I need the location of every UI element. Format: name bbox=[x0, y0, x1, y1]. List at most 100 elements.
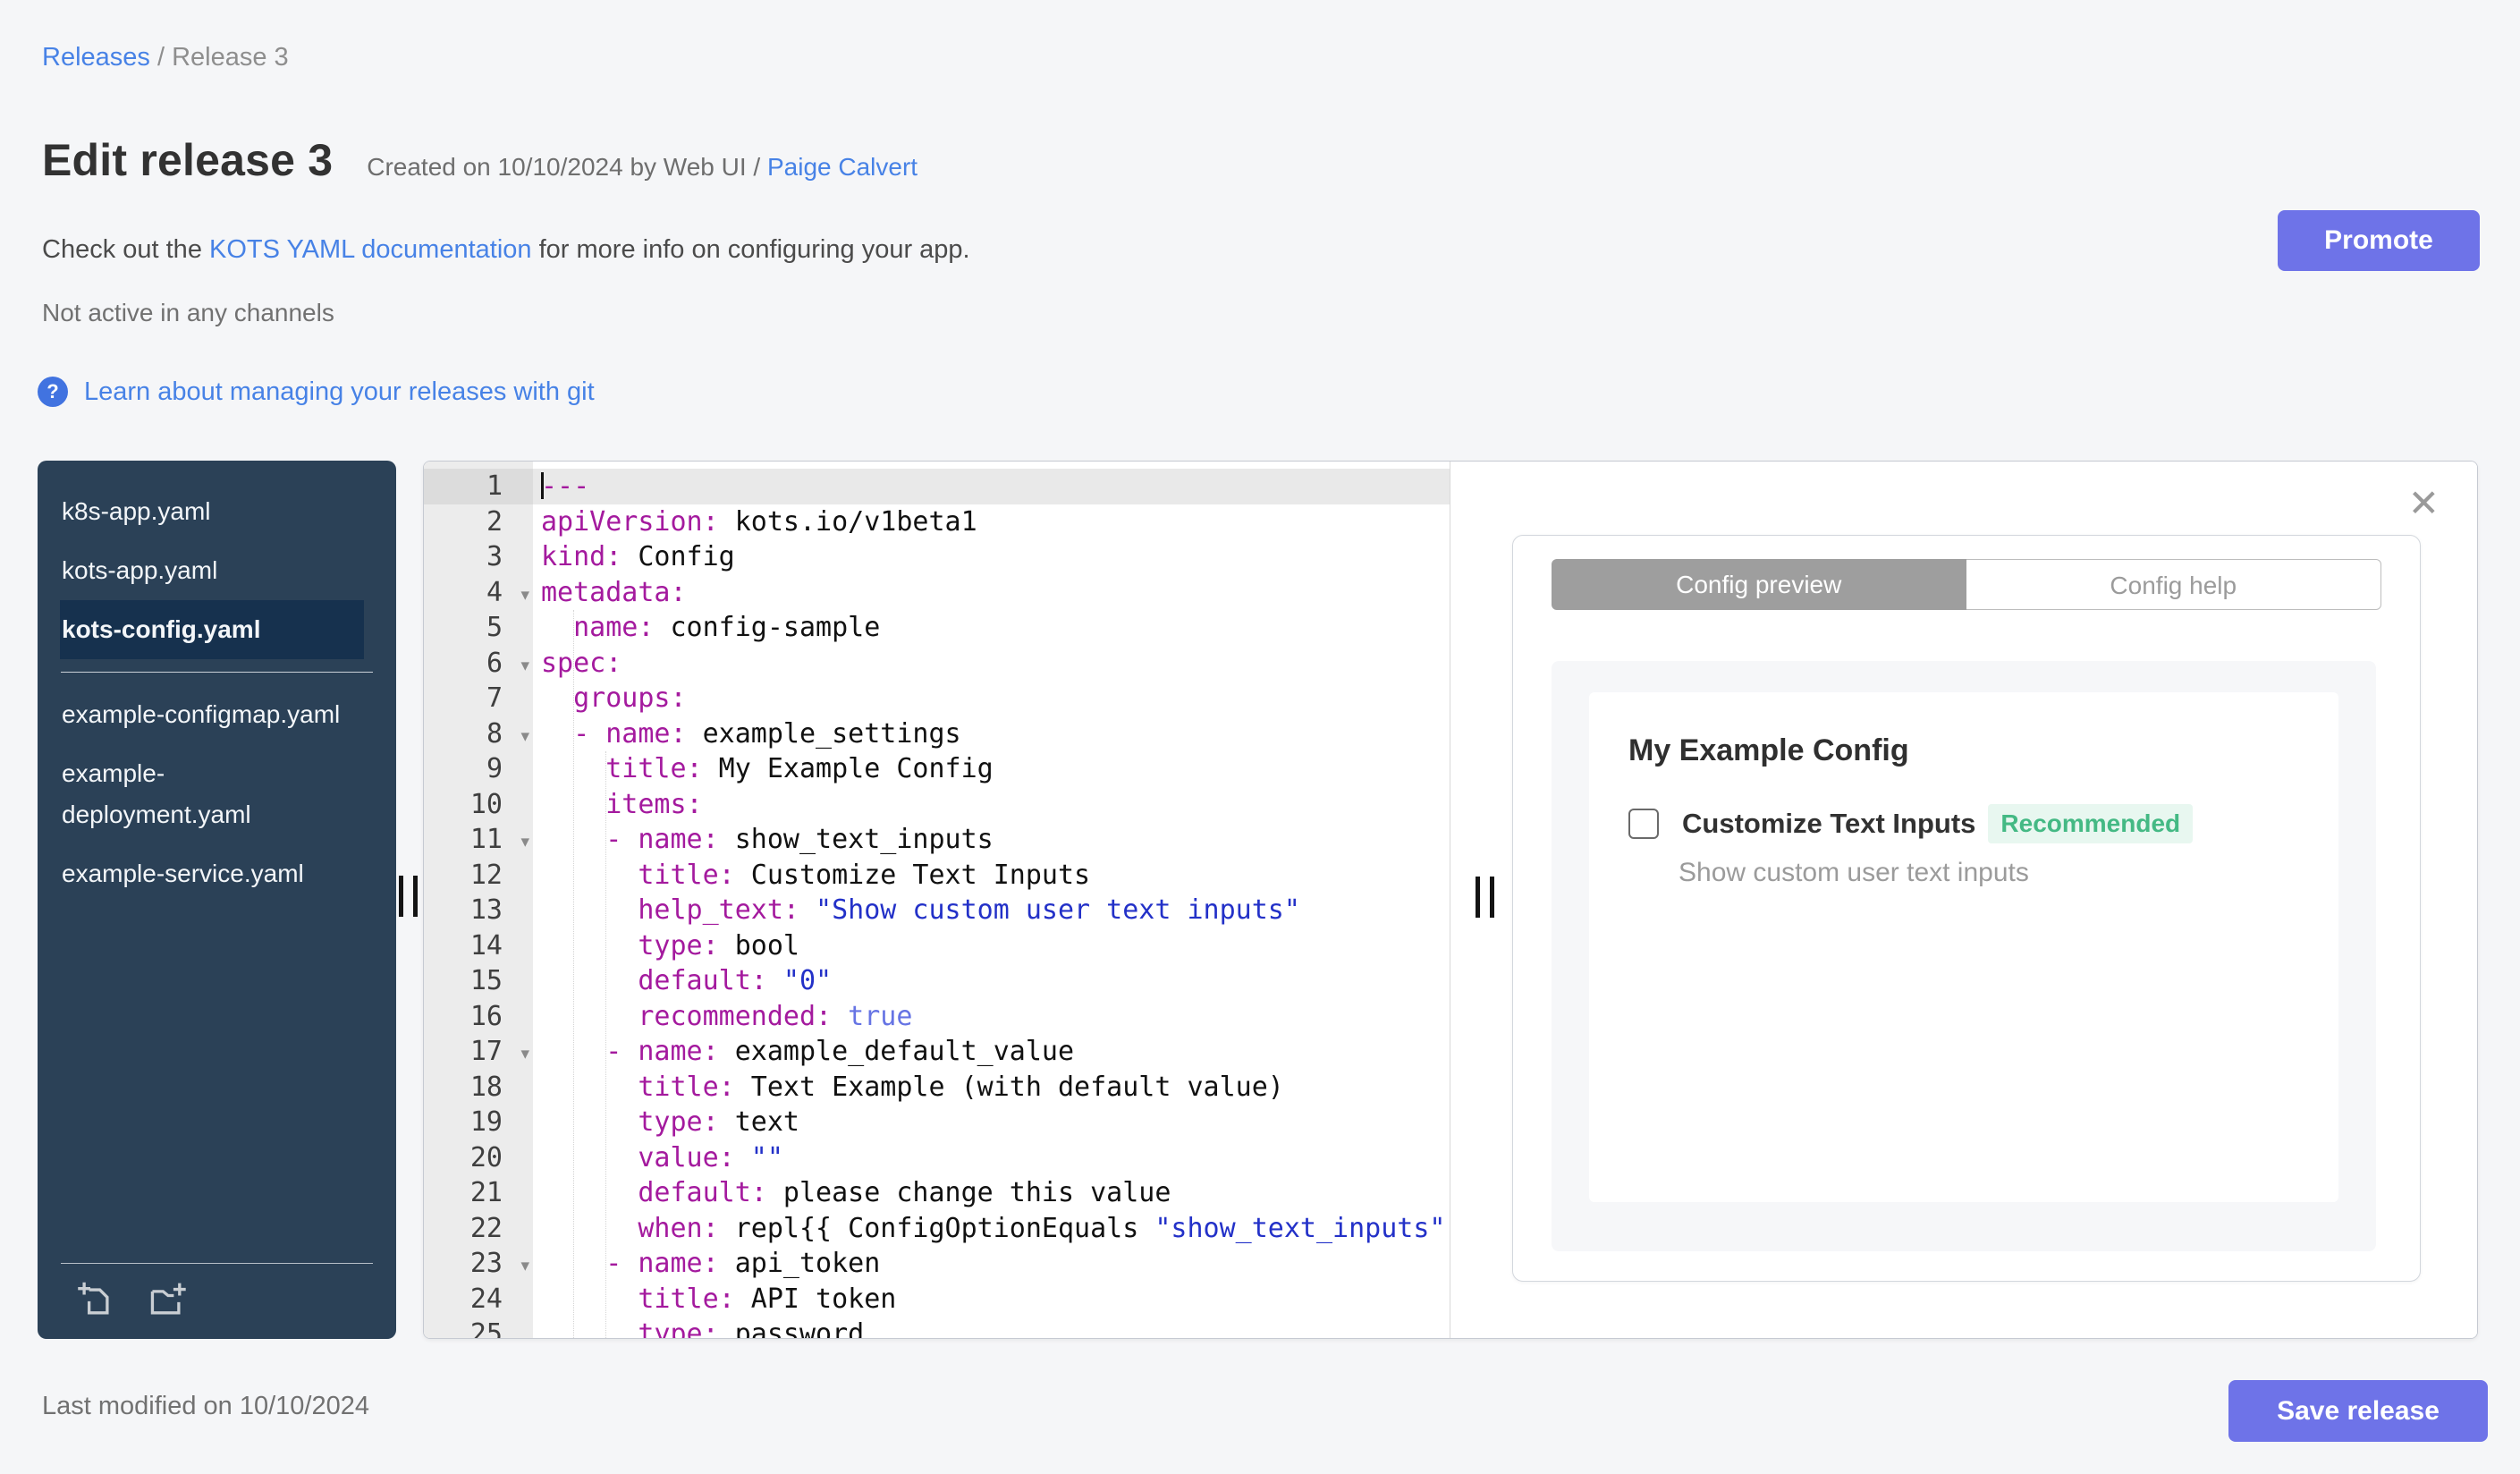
line-number: 7 bbox=[424, 681, 533, 716]
fold-arrow-icon[interactable]: ▾ bbox=[520, 825, 529, 860]
code-line: 24 title: API token bbox=[424, 1281, 1450, 1317]
fold-arrow-icon[interactable]: ▾ bbox=[520, 648, 529, 684]
code-text: value: "" bbox=[638, 1141, 783, 1173]
config-item-help-text: Show custom user text inputs bbox=[1679, 858, 2029, 887]
preview-resize-handle[interactable] bbox=[1476, 877, 1494, 918]
add-file-button[interactable] bbox=[75, 1280, 116, 1321]
line-number: 16 bbox=[424, 998, 533, 1034]
code-text: default: "0" bbox=[638, 965, 833, 996]
preview-content-area: My Example Config Customize Text Inputs … bbox=[1552, 661, 2376, 1251]
line-number: 10 bbox=[424, 786, 533, 822]
code-line: 21 default: please change this value bbox=[424, 1175, 1450, 1211]
preview-tabs: Config preview Config help bbox=[1552, 559, 2381, 610]
code-text: items: bbox=[605, 788, 703, 820]
code-line: 25 type: password bbox=[424, 1317, 1450, 1338]
sidebar-item-kots-config.yaml[interactable]: kots-config.yaml bbox=[60, 600, 364, 659]
config-group-card: My Example Config Customize Text Inputs … bbox=[1589, 692, 2338, 1202]
line-number: 18 bbox=[424, 1069, 533, 1105]
line-number: 20 bbox=[424, 1139, 533, 1175]
config-preview-pane: ✕ Config preview Config help My Example C… bbox=[1450, 462, 2477, 1338]
sidebar-item-example-deployment.yaml[interactable]: example-deployment.yaml bbox=[60, 744, 355, 844]
line-number: 6 ▾ bbox=[424, 645, 533, 684]
sidebar-item-k8s-app.yaml[interactable]: k8s-app.yaml bbox=[60, 482, 355, 541]
code-text: spec: bbox=[541, 647, 622, 679]
fold-arrow-icon[interactable]: ▾ bbox=[520, 1037, 529, 1072]
code-line: 14 type: bool bbox=[424, 928, 1450, 963]
code-text: type: text bbox=[638, 1106, 799, 1138]
config-preview-panel: Config preview Config help My Example Con… bbox=[1512, 535, 2421, 1282]
code-line: 16 recommended: true bbox=[424, 998, 1450, 1034]
promote-button[interactable]: Promote bbox=[2278, 210, 2480, 271]
file-list: k8s-app.yaml kots-app.yaml kots-config.yam… bbox=[38, 482, 396, 1263]
fold-arrow-icon[interactable]: ▾ bbox=[520, 719, 529, 755]
code-line: 11 ▾ - name: show_text_inputs bbox=[424, 822, 1450, 858]
code-text: metadata: bbox=[541, 576, 687, 608]
breadcrumb: Releases / Release 3 bbox=[42, 43, 289, 72]
line-number: 1 bbox=[424, 469, 533, 504]
code-line: 12 title: Customize Text Inputs bbox=[424, 857, 1450, 893]
save-release-button[interactable]: Save release bbox=[2228, 1380, 2488, 1442]
code-text: title: Customize Text Inputs bbox=[638, 859, 1091, 891]
author-link[interactable]: Paige Calvert bbox=[767, 153, 918, 181]
code-line: 7 groups: bbox=[424, 681, 1450, 716]
code-line: 22 when: repl{{ ConfigOptionEquals "show… bbox=[424, 1210, 1450, 1246]
fold-arrow-icon[interactable]: ▾ bbox=[520, 1249, 529, 1284]
code-line: 1 --- bbox=[424, 469, 1450, 504]
fold-arrow-icon[interactable]: ▾ bbox=[520, 578, 529, 614]
config-checkbox[interactable] bbox=[1628, 809, 1659, 839]
config-item-label: Customize Text Inputs bbox=[1682, 808, 1976, 839]
code-text: - name: show_text_inputs bbox=[605, 824, 994, 855]
file-sidebar: k8s-app.yaml kots-app.yaml kots-config.yam… bbox=[38, 461, 396, 1339]
code-line: 5 name: config-sample bbox=[424, 610, 1450, 646]
code-text: apiVersion: kots.io/v1beta1 bbox=[541, 505, 977, 538]
sidebar-footer bbox=[61, 1263, 373, 1339]
code-line: 15 default: "0" bbox=[424, 963, 1450, 999]
line-number: 9 bbox=[424, 751, 533, 787]
sidebar-item-example-service.yaml[interactable]: example-service.yaml bbox=[60, 844, 355, 903]
add-folder-icon bbox=[150, 1283, 186, 1315]
line-number: 22 bbox=[424, 1210, 533, 1246]
code-text: groups: bbox=[573, 682, 687, 714]
line-number: 5 bbox=[424, 610, 533, 646]
line-number: 25 bbox=[424, 1317, 533, 1338]
close-icon[interactable]: ✕ bbox=[2408, 485, 2440, 522]
line-number: 23 ▾ bbox=[424, 1246, 533, 1282]
last-modified-text: Last modified on 10/10/2024 bbox=[42, 1392, 369, 1420]
sidebar-resize-handle[interactable] bbox=[399, 876, 418, 917]
sidebar-item-kots-app.yaml[interactable]: kots-app.yaml bbox=[60, 541, 355, 600]
code-line: 17 ▾ - name: example_default_value bbox=[424, 1034, 1450, 1070]
line-number: 12 bbox=[424, 857, 533, 893]
line-number: 15 bbox=[424, 963, 533, 999]
sidebar-divider bbox=[38, 672, 396, 673]
tab-config-help[interactable]: Config help bbox=[1966, 559, 2381, 610]
line-number: 11 ▾ bbox=[424, 822, 533, 858]
editor-top-spacer bbox=[424, 462, 1450, 469]
code-line: 9 title: My Example Config bbox=[424, 751, 1450, 787]
yaml-code-editor[interactable]: 1 --- 2 apiVersion: kots.io/v1beta1 3 kind: C… bbox=[424, 462, 1450, 1338]
code-text: recommended: true bbox=[638, 1000, 913, 1032]
channel-status: Not active in any channels bbox=[42, 299, 334, 326]
created-info: Created on 10/10/2024 by Web UI / Paige … bbox=[367, 153, 918, 181]
code-text: name: config-sample bbox=[573, 612, 881, 643]
add-folder-button[interactable] bbox=[147, 1280, 188, 1321]
config-item-row: Customize Text Inputs Recommended bbox=[1628, 804, 2299, 843]
code-text: help_text: "Show custom user text inputs… bbox=[638, 894, 1300, 926]
line-number: 8 ▾ bbox=[424, 716, 533, 755]
code-line: 10 items: bbox=[424, 786, 1450, 822]
code-text: type: bool bbox=[638, 929, 799, 961]
line-number: 21 bbox=[424, 1175, 533, 1211]
line-number: 24 bbox=[424, 1281, 533, 1317]
line-number: 17 ▾ bbox=[424, 1034, 533, 1070]
sidebar-item-example-configmap.yaml[interactable]: example-configmap.yaml bbox=[60, 685, 355, 744]
kots-docs-link[interactable]: KOTS YAML documentation bbox=[209, 235, 532, 264]
breadcrumb-releases-link[interactable]: Releases bbox=[42, 43, 150, 72]
breadcrumb-current: Release 3 bbox=[172, 43, 289, 72]
page-title: Edit release 3 bbox=[42, 135, 334, 185]
git-releases-link[interactable]: Learn about managing your releases with … bbox=[84, 377, 595, 407]
code-text: --- bbox=[533, 469, 1450, 504]
line-number: 3 bbox=[424, 539, 533, 575]
docs-sentence: Check out the KOTS YAML documentation fo… bbox=[42, 235, 970, 264]
tab-config-preview[interactable]: Config preview bbox=[1552, 559, 1966, 610]
release-editor-card: 1 --- 2 apiVersion: kots.io/v1beta1 3 kind: C… bbox=[423, 461, 2478, 1339]
code-line: 18 title: Text Example (with default val… bbox=[424, 1069, 1450, 1105]
